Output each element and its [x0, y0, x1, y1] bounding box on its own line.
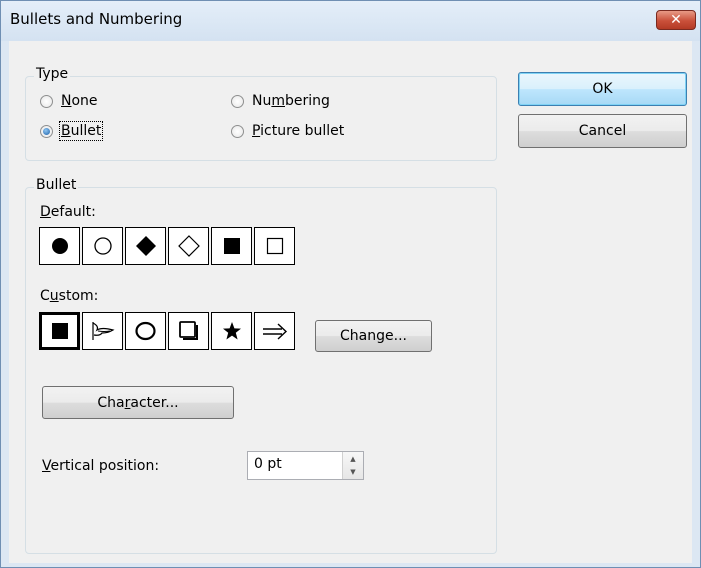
default-bullet-6[interactable] — [254, 227, 295, 265]
hollow-square-icon — [266, 237, 283, 255]
radio-numbering-button[interactable] — [231, 94, 244, 108]
filled-square-icon — [223, 238, 240, 254]
custom-bullet-6[interactable] — [254, 312, 295, 350]
radio-numbering-label: Numbering — [252, 93, 330, 109]
custom-bullet-5[interactable] — [211, 312, 252, 350]
radio-none-label: None — [61, 93, 98, 109]
radio-bullet[interactable]: Bullet — [40, 121, 104, 141]
spin-down-icon[interactable]: ▼ — [343, 466, 363, 480]
radio-none-button[interactable] — [40, 94, 53, 108]
bullet-group-label: Bullet — [34, 177, 79, 193]
double-arrow-icon — [262, 323, 287, 340]
radio-picture-bullet[interactable]: Picture bullet — [231, 123, 344, 139]
spin-up-icon[interactable]: ▲ — [343, 452, 363, 466]
default-bullet-2[interactable] — [82, 227, 123, 265]
custom-bullet-2[interactable] — [82, 312, 123, 350]
custom-bullet-3[interactable] — [125, 312, 166, 350]
default-label: Default: — [40, 204, 96, 220]
vertical-position-input[interactable]: 0 pt — [248, 452, 342, 479]
change-button[interactable]: Change... — [315, 320, 432, 352]
radio-none[interactable]: None — [40, 93, 98, 109]
custom-bullet-1[interactable] — [39, 312, 80, 350]
custom-label: Custom: — [40, 288, 99, 304]
radio-bullet-button[interactable] — [40, 124, 53, 138]
star-icon — [222, 322, 241, 340]
vertical-position-spinner[interactable]: 0 pt ▲ ▼ — [247, 451, 364, 480]
hollow-diamond-icon — [177, 235, 200, 257]
default-bullets-row — [39, 227, 297, 265]
default-bullet-4[interactable] — [168, 227, 209, 265]
character-button[interactable]: Character... — [42, 386, 234, 419]
filled-square-icon — [51, 323, 68, 339]
default-bullet-3[interactable] — [125, 227, 166, 265]
radio-picture-bullet-label: Picture bullet — [252, 123, 345, 139]
title-bar[interactable]: Bullets and Numbering ✕ — [1, 1, 700, 41]
ok-button[interactable]: OK — [518, 72, 687, 106]
shadow-square-icon — [178, 321, 198, 340]
radio-bullet-label: Bullet — [58, 121, 104, 141]
window-title: Bullets and Numbering — [10, 10, 183, 28]
custom-bullets-row — [39, 312, 297, 350]
filled-circle-icon — [51, 238, 68, 254]
hollow-circle-icon — [93, 237, 112, 255]
type-group-label: Type — [34, 66, 71, 82]
custom-bullet-4[interactable] — [168, 312, 209, 350]
default-bullet-1[interactable] — [39, 227, 80, 265]
cancel-button[interactable]: Cancel — [518, 114, 687, 148]
close-icon: ✕ — [670, 12, 682, 28]
radio-picture-bullet-button[interactable] — [231, 124, 244, 138]
close-button[interactable]: ✕ — [656, 10, 696, 30]
default-bullet-5[interactable] — [211, 227, 252, 265]
shadow-circle-icon — [134, 321, 156, 341]
pointing-hand-flag-icon — [91, 322, 115, 340]
radio-numbering[interactable]: Numbering — [231, 93, 330, 109]
dialog-body: Type None Numbering Bullet Picture bulle… — [9, 41, 692, 563]
type-group — [25, 76, 497, 161]
vertical-position-label: Vertical position: — [42, 458, 160, 474]
bullets-dialog-window: Bullets and Numbering ✕ Type None Number… — [0, 0, 701, 568]
filled-diamond-icon — [135, 236, 156, 256]
spin-buttons: ▲ ▼ — [342, 452, 363, 479]
character-button-label: Character... — [97, 394, 179, 411]
